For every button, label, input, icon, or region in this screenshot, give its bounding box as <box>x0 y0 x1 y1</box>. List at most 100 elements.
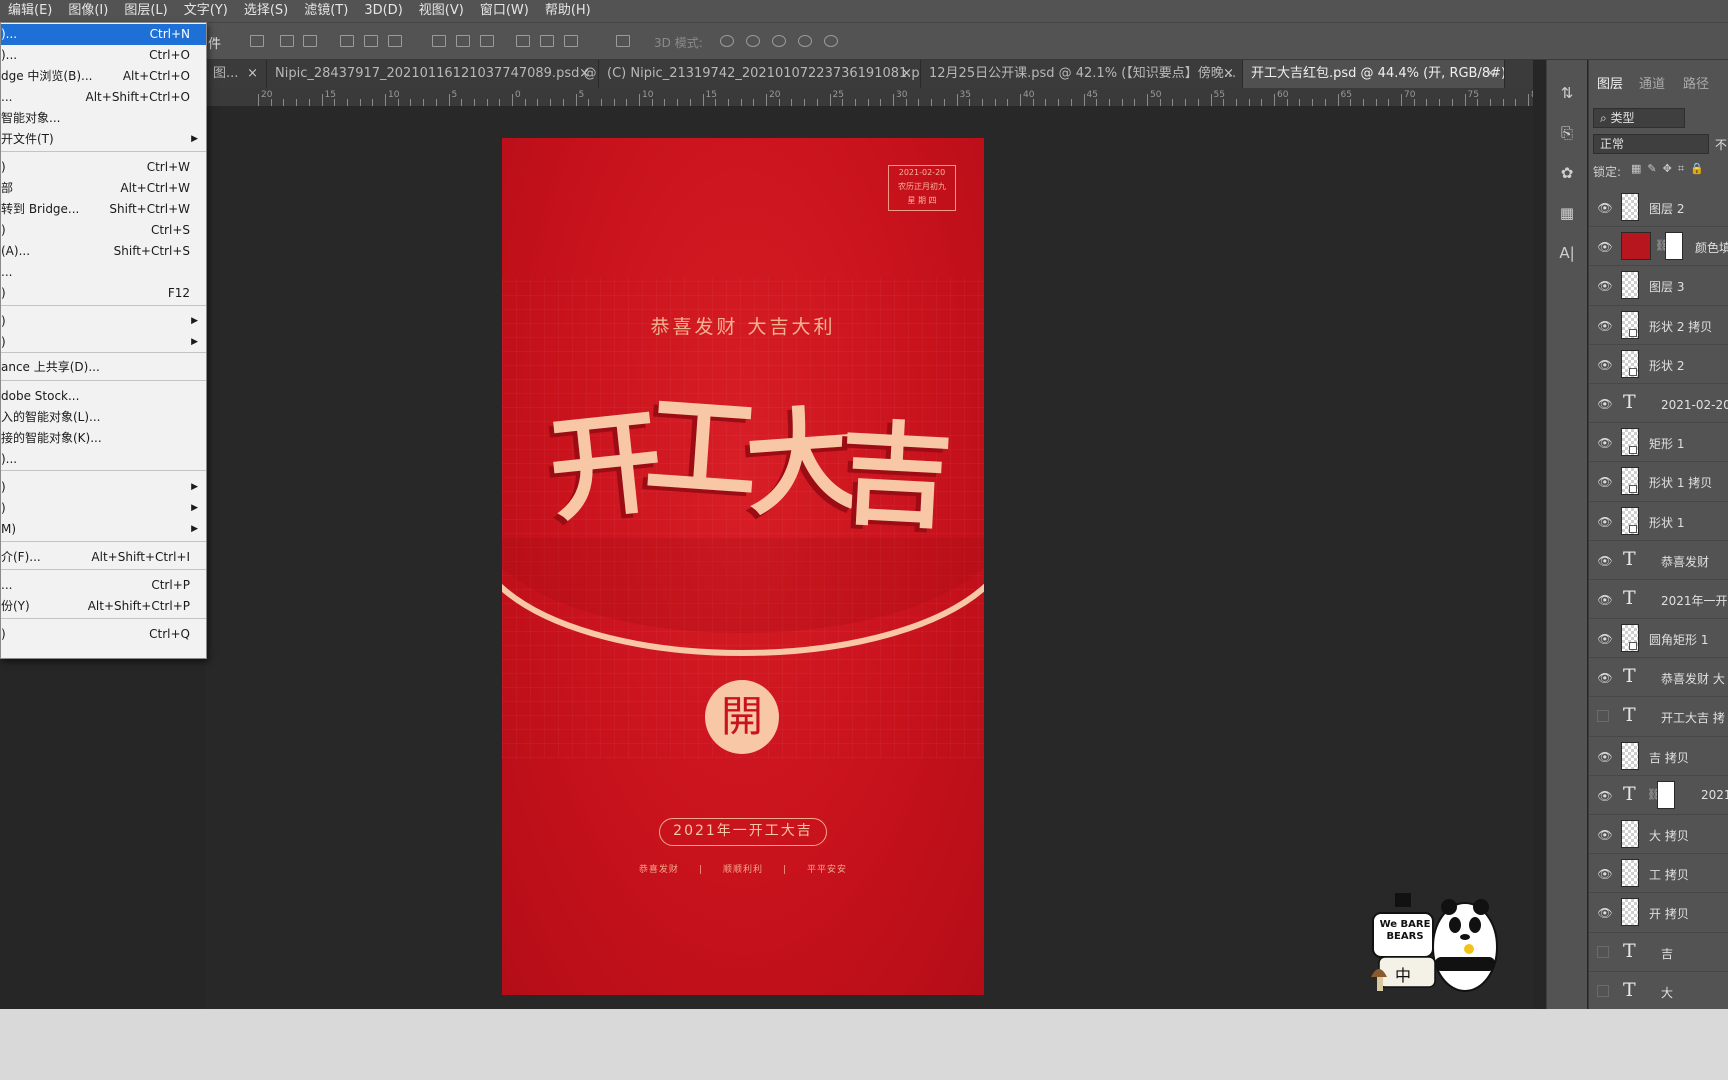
layer-thumbnail[interactable] <box>1621 193 1639 221</box>
eye-icon[interactable]: 👁 <box>1597 396 1613 412</box>
file-menu-item[interactable]: ance 上共享(D)... <box>1 357 206 378</box>
align-icon[interactable] <box>280 35 294 47</box>
menu-item[interactable]: 选择(S) <box>236 0 296 22</box>
blend-mode-select[interactable]: 正常 <box>1593 134 1709 154</box>
tab-doc-4[interactable]: 12月25日公开课.psd @ 42.1% (【知识要点】傍晚... × <box>921 60 1243 88</box>
file-menu-item[interactable]: ) Ctrl+W <box>1 157 206 178</box>
layer-row[interactable]: 👁 吉 拷贝 <box>1589 737 1728 776</box>
layer-row[interactable]: 👁 矩形 1 <box>1589 423 1728 463</box>
eye-icon[interactable]: 👁 <box>1597 788 1613 804</box>
lock-icons[interactable]: ▦✎✥⌗🔒 <box>1631 162 1710 176</box>
fill-thumbnail[interactable] <box>1621 232 1651 261</box>
menu-item[interactable]: 图像(I) <box>60 0 116 22</box>
file-menu-item[interactable]: ) Ctrl+S <box>1 220 206 241</box>
brush-settings-icon[interactable]: ✿ <box>1558 164 1576 182</box>
menu-item[interactable]: 3D(D) <box>356 0 410 22</box>
layer-row[interactable]: 👁 ⛓ 颜色填 <box>1589 227 1728 267</box>
layer-thumbnail[interactable] <box>1621 506 1639 535</box>
file-menu-item[interactable]: dobe Stock... <box>1 386 206 407</box>
file-menu-item[interactable]: ) Ctrl+Q <box>1 624 206 645</box>
layer-row[interactable]: 👁 T 恭喜发财 大 <box>1589 658 1728 698</box>
visibility-toggle[interactable] <box>1597 945 1609 958</box>
file-menu-item[interactable]: 介(F)... Alt+Shift+Ctrl+I <box>1 547 206 568</box>
file-menu-item[interactable]: dge 中浏览(B)... Alt+Ctrl+O <box>1 66 206 87</box>
file-menu-item[interactable]: 智能对象... <box>1 108 206 129</box>
eye-icon[interactable]: 👁 <box>1597 905 1613 921</box>
layer-row[interactable]: 👁 T 恭喜发财 <box>1589 541 1728 580</box>
file-menu-item[interactable]: )... Ctrl+O <box>1 45 206 66</box>
layer-row[interactable]: T大 <box>1589 972 1728 1011</box>
eye-icon[interactable]: 👁 <box>1597 357 1613 373</box>
file-menu-item[interactable]: M) ▶ <box>1 519 206 540</box>
tab-channels[interactable]: 通道 <box>1639 72 1665 98</box>
menu-item[interactable]: 编辑(E) <box>0 0 60 22</box>
properties-icon[interactable]: ⎘ <box>1558 124 1576 142</box>
menu-item[interactable]: 图层(L) <box>116 0 175 22</box>
tab-doc-1[interactable]: 图... × <box>205 60 267 88</box>
close-icon[interactable]: × <box>247 60 258 88</box>
eye-icon[interactable]: 👁 <box>1597 200 1613 216</box>
visibility-toggle[interactable] <box>1597 984 1609 997</box>
file-menu-item[interactable]: )... Ctrl+N <box>1 24 206 45</box>
file-menu-item[interactable]: 转到 Bridge... Shift+Ctrl+W <box>1 199 206 220</box>
file-menu-item[interactable]: 接的智能对象(K)... <box>1 428 206 449</box>
align-icon[interactable] <box>480 35 494 47</box>
layer-row[interactable]: 👁 大 拷贝 <box>1589 815 1728 855</box>
close-icon[interactable]: × <box>1485 60 1496 88</box>
align-icon[interactable] <box>432 35 446 47</box>
tab-doc-2[interactable]: Nipic_28437917_20210116121037747089.psd … <box>267 60 599 88</box>
3d-tool-icon[interactable] <box>824 35 838 47</box>
align-icon[interactable] <box>388 35 402 47</box>
eye-icon[interactable]: 👁 <box>1597 670 1613 686</box>
eye-icon[interactable]: 👁 <box>1597 827 1613 843</box>
eye-icon[interactable]: 👁 <box>1597 278 1613 294</box>
file-menu-item[interactable]: ) ▶ <box>1 477 206 498</box>
file-menu-item[interactable]: ... <box>1 262 206 283</box>
layer-row[interactable]: 👁 开 拷贝 <box>1589 893 1728 933</box>
layer-thumbnail[interactable] <box>1621 741 1639 770</box>
character-icon[interactable]: A| <box>1558 244 1576 262</box>
layer-thumbnail[interactable] <box>1621 467 1639 496</box>
layer-thumbnail[interactable] <box>1621 859 1639 888</box>
close-icon[interactable]: × <box>901 60 912 88</box>
3d-tool-icon[interactable] <box>746 35 760 47</box>
layer-thumbnail[interactable] <box>1621 820 1639 848</box>
layer-row[interactable]: 👁 T 2021年一开工 <box>1589 580 1728 620</box>
file-menu-item[interactable]: ) ▶ <box>1 498 206 519</box>
layer-thumbnail[interactable] <box>1621 310 1639 339</box>
close-icon[interactable]: × <box>579 60 590 88</box>
layer-row[interactable]: 👁 形状 2 <box>1589 345 1728 384</box>
file-menu-item[interactable]: 份(Y) Alt+Shift+Ctrl+P <box>1 596 206 617</box>
layer-thumbnail[interactable] <box>1621 624 1639 653</box>
layer-row[interactable]: 👁 工 拷贝 <box>1589 854 1728 894</box>
eye-icon[interactable]: 👁 <box>1597 749 1613 765</box>
document-canvas[interactable]: 2021-02-20 农历正月初九 星 期 四 恭喜发财 大吉大利 开 工 大 … <box>502 138 984 995</box>
layer-row[interactable]: 👁 圆角矩形 1 <box>1589 619 1728 659</box>
align-icon[interactable] <box>564 35 578 47</box>
file-menu-item[interactable]: ) ▶ <box>1 332 206 353</box>
3d-tool-icon[interactable] <box>772 35 786 47</box>
file-menu-item[interactable]: ) ▶ <box>1 311 206 332</box>
menu-item[interactable]: 视图(V) <box>411 0 472 22</box>
eye-icon[interactable]: 👁 <box>1597 318 1613 334</box>
file-menu-item[interactable]: (A)... Shift+Ctrl+S <box>1 241 206 262</box>
layer-thumbnail[interactable] <box>1621 898 1639 927</box>
close-icon[interactable]: × <box>1223 60 1234 88</box>
tab-layers[interactable]: 图层 <box>1597 72 1623 98</box>
layer-row[interactable]: 👁 图层 2 <box>1589 188 1728 228</box>
tab-paths[interactable]: 路径 <box>1683 72 1709 98</box>
align-icon[interactable] <box>303 35 317 47</box>
tab-doc-3[interactable]: (C) Nipic_21319742_20210107223736191081.… <box>599 60 921 88</box>
menu-item[interactable]: 窗口(W) <box>472 0 537 22</box>
layer-row[interactable]: 👁 形状 1 <box>1589 502 1728 541</box>
layer-mask-thumbnail[interactable] <box>1665 232 1683 261</box>
3d-tool-icon[interactable] <box>798 35 812 47</box>
history-icon[interactable]: ⇅ <box>1558 84 1576 102</box>
layer-row[interactable]: 👁 形状 2 拷贝 <box>1589 306 1728 345</box>
layer-mask-thumbnail[interactable] <box>1657 780 1675 809</box>
eye-icon[interactable]: 👁 <box>1597 239 1613 255</box>
layer-thumbnail[interactable] <box>1621 428 1639 457</box>
align-icon[interactable] <box>516 35 530 47</box>
layer-row[interactable]: T 开工大吉 拷 <box>1589 697 1728 737</box>
3d-tool-icon[interactable] <box>720 35 734 47</box>
